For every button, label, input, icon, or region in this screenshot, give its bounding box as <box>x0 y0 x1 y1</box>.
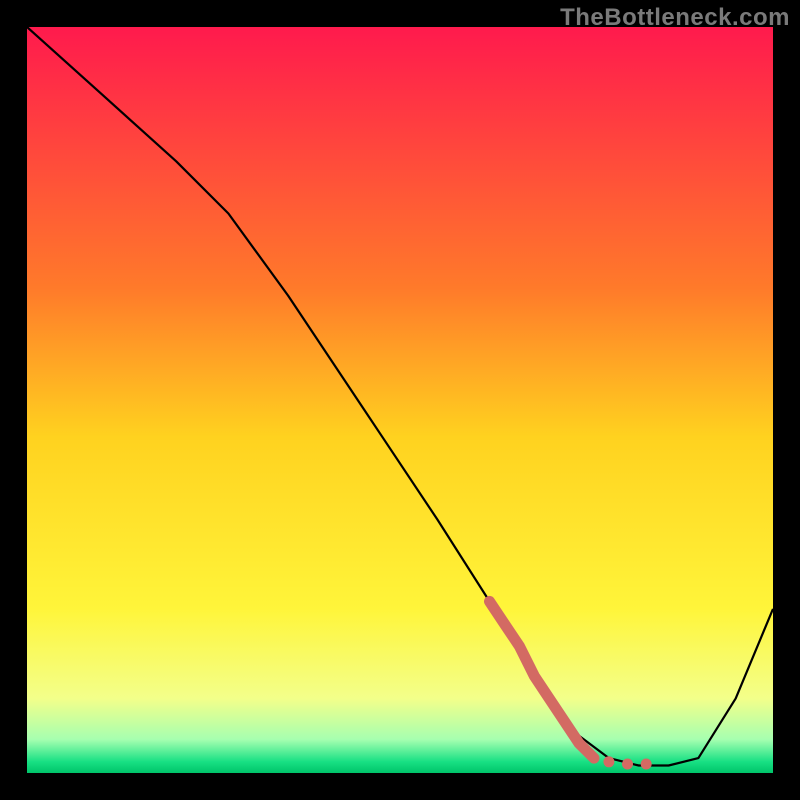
highlight-dot <box>603 756 614 767</box>
chart-container: TheBottleneck.com <box>0 0 800 800</box>
highlight-dot <box>641 759 652 770</box>
plot-area <box>27 27 773 773</box>
highlight-segment <box>490 601 595 758</box>
highlight-dot <box>622 759 633 770</box>
series-overlay <box>27 27 773 773</box>
bottleneck-curve <box>27 27 773 766</box>
highlight-dots <box>603 756 651 769</box>
watermark: TheBottleneck.com <box>560 4 790 32</box>
